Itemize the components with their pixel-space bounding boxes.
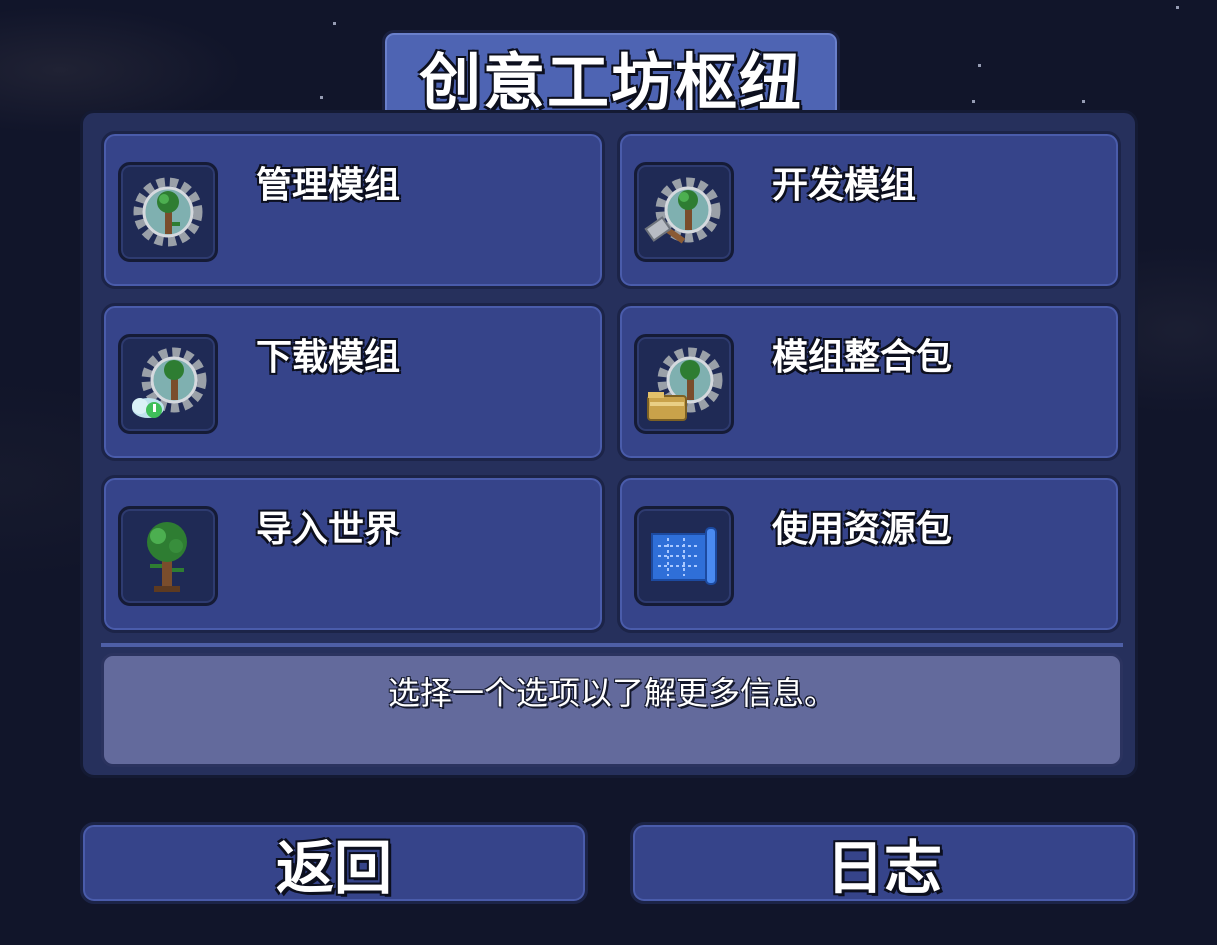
- download-mods-button[interactable]: 下载模组: [101, 303, 605, 461]
- manage-mods-label: 管理模组: [256, 165, 401, 206]
- import-world-label: 导入世界: [256, 509, 401, 550]
- back-button[interactable]: 返回: [80, 822, 588, 904]
- info-text: 选择一个选项以了解更多信息。: [387, 674, 836, 712]
- resource-packs-icon-box: [634, 506, 734, 606]
- import-world-icon-box: [118, 506, 218, 606]
- menu-panel: 管理模组 开发模组 下载模组 模组整合包 导入世界 使用资源包 选择一个选项以了…: [80, 110, 1138, 778]
- star: [978, 64, 981, 67]
- develop-mods-icon-box: [634, 162, 734, 262]
- download-mods-icon-box: [118, 334, 218, 434]
- modpacks-label: 模组整合包: [772, 337, 953, 378]
- page-title: 创意工坊枢纽: [418, 46, 803, 119]
- develop-mods-button[interactable]: 开发模组: [617, 131, 1121, 289]
- log-button[interactable]: 日志: [630, 822, 1138, 904]
- modpacks-button[interactable]: 模组整合包: [617, 303, 1121, 461]
- info-box: 选择一个选项以了解更多信息。: [101, 653, 1123, 767]
- gear-tree-hammer-icon: [644, 177, 721, 244]
- star: [1176, 6, 1179, 9]
- log-button-label: 日志: [825, 834, 942, 902]
- star: [320, 96, 323, 99]
- workshop-hub-screen: 创意工坊枢纽 管理模组 开发模组 下载模组 模组整合包 导入世界 使用资源包 选…: [0, 0, 1217, 945]
- tree-icon: [147, 522, 187, 592]
- gear-tree-icon: [133, 177, 203, 247]
- gear-tree-cloud-icon: [132, 347, 207, 418]
- manage-mods-button[interactable]: 管理模组: [101, 131, 605, 289]
- star: [972, 100, 975, 103]
- resource-packs-button[interactable]: 使用资源包: [617, 475, 1121, 633]
- import-world-button[interactable]: 导入世界: [101, 475, 605, 633]
- gear-tree-folder-icon: [647, 347, 723, 421]
- modpacks-icon-box: [634, 334, 734, 434]
- star: [333, 22, 336, 25]
- star: [1082, 100, 1085, 103]
- develop-mods-label: 开发模组: [772, 165, 917, 206]
- back-button-label: 返回: [275, 834, 392, 902]
- blueprint-icon: [651, 527, 717, 585]
- download-mods-label: 下载模组: [256, 337, 401, 378]
- panel-divider: [101, 643, 1123, 647]
- manage-mods-icon-box: [118, 162, 218, 262]
- resource-packs-label: 使用资源包: [772, 509, 953, 550]
